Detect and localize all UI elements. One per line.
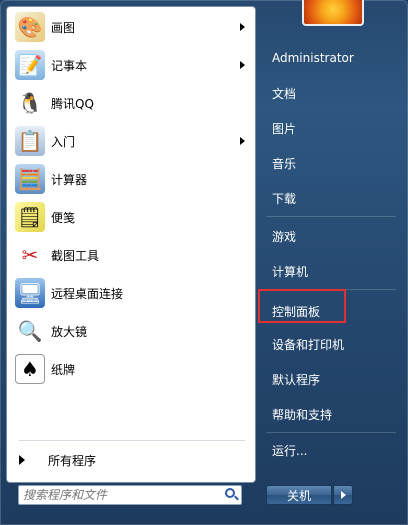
getting-started-icon: 📋 xyxy=(15,126,45,156)
program-label: 截图工具 xyxy=(51,248,100,263)
program-qq[interactable]: 🐧 腾讯QQ xyxy=(7,86,255,120)
right-item-music[interactable]: 音乐 xyxy=(264,150,398,176)
program-getting-started[interactable]: 📋 入门 xyxy=(7,124,255,158)
calculator-icon: 🧮 xyxy=(15,164,45,194)
separator xyxy=(266,432,396,433)
all-programs-label: 所有程序 xyxy=(48,453,97,468)
notepad-icon: 📝 xyxy=(15,50,45,80)
program-label: 腾讯QQ xyxy=(51,96,94,111)
remote-desktop-icon: 🖥 xyxy=(15,278,45,308)
submenu-arrow-icon xyxy=(240,61,245,69)
right-item-label: 帮助和支持 xyxy=(272,407,333,422)
submenu-arrow-icon xyxy=(240,23,245,31)
search-input[interactable] xyxy=(23,487,213,503)
program-label: 记事本 xyxy=(51,58,88,73)
paint-icon: 🎨 xyxy=(15,12,45,42)
right-item-games[interactable]: 游戏 xyxy=(264,223,398,249)
shutdown-label: 关机 xyxy=(286,488,311,503)
right-item-devices-printers[interactable]: 设备和打印机 xyxy=(264,331,398,357)
highlight-box xyxy=(258,289,346,323)
right-item-label: 游戏 xyxy=(272,229,297,244)
right-item-label: 设备和打印机 xyxy=(272,337,345,352)
program-paint[interactable]: 🎨 画图 xyxy=(7,10,255,44)
separator xyxy=(19,440,245,441)
sticky-notes-icon: 🗒 xyxy=(15,202,45,232)
right-item-help-support[interactable]: 帮助和支持 xyxy=(264,401,398,427)
right-item-label: 运行... xyxy=(272,443,308,458)
right-item-label: 计算机 xyxy=(272,264,309,279)
qq-penguin-icon: 🐧 xyxy=(17,91,43,115)
solitaire-icon: ♠ xyxy=(15,354,45,384)
program-label: 放大镜 xyxy=(51,324,88,339)
snipping-tool-icon: ✂ xyxy=(21,243,39,267)
program-label: 便笺 xyxy=(51,210,76,225)
magnifier-icon: 🔍 xyxy=(17,319,43,343)
program-label: 纸牌 xyxy=(51,362,76,377)
user-avatar[interactable] xyxy=(302,0,364,26)
right-item-default-programs[interactable]: 默认程序 xyxy=(264,366,398,392)
right-item-label: Administrator xyxy=(272,51,354,65)
right-item-run[interactable]: 运行... xyxy=(264,437,398,463)
program-snipping-tool[interactable]: ✂ 截图工具 xyxy=(7,238,255,272)
right-item-label: 文档 xyxy=(272,86,297,101)
shutdown-button[interactable]: 关机 xyxy=(266,485,332,505)
search-box[interactable] xyxy=(18,485,242,505)
right-item-downloads[interactable]: 下载 xyxy=(264,185,398,211)
expand-arrow-icon xyxy=(19,455,25,465)
right-item-computer[interactable]: 计算机 xyxy=(264,258,398,284)
right-item-documents[interactable]: 文档 xyxy=(264,80,398,106)
right-item-label: 下载 xyxy=(272,191,297,206)
all-programs-button[interactable]: 所有程序 xyxy=(7,447,255,473)
program-sticky-notes[interactable]: 🗒 便笺 xyxy=(7,200,255,234)
program-label: 计算器 xyxy=(51,172,88,187)
right-item-label: 默认程序 xyxy=(272,372,321,387)
search-icon[interactable] xyxy=(225,488,235,498)
separator xyxy=(266,216,396,217)
program-magnifier[interactable]: 🔍 放大镜 xyxy=(7,314,255,348)
right-item-label: 图片 xyxy=(272,121,297,136)
shutdown-options-button[interactable] xyxy=(333,485,353,505)
chevron-right-icon xyxy=(341,491,346,499)
program-notepad[interactable]: 📝 记事本 xyxy=(7,48,255,82)
start-menu: 🎨 画图 📝 记事本 🐧 腾讯QQ 📋 入门 🧮 计算器 🗒 便笺 ✂ 截图工具… xyxy=(0,0,408,525)
program-label: 入门 xyxy=(51,134,76,149)
right-item-label: 音乐 xyxy=(272,156,297,171)
program-label: 画图 xyxy=(51,20,76,35)
program-remote-desktop[interactable]: 🖥 远程桌面连接 xyxy=(7,276,255,310)
program-label: 远程桌面连接 xyxy=(51,286,124,301)
programs-pane: 🎨 画图 📝 记事本 🐧 腾讯QQ 📋 入门 🧮 计算器 🗒 便笺 ✂ 截图工具… xyxy=(6,6,256,483)
right-item-administrator[interactable]: Administrator xyxy=(264,45,398,71)
right-item-pictures[interactable]: 图片 xyxy=(264,115,398,141)
submenu-arrow-icon xyxy=(240,137,245,145)
program-solitaire[interactable]: ♠ 纸牌 xyxy=(7,352,255,386)
program-calculator[interactable]: 🧮 计算器 xyxy=(7,162,255,196)
